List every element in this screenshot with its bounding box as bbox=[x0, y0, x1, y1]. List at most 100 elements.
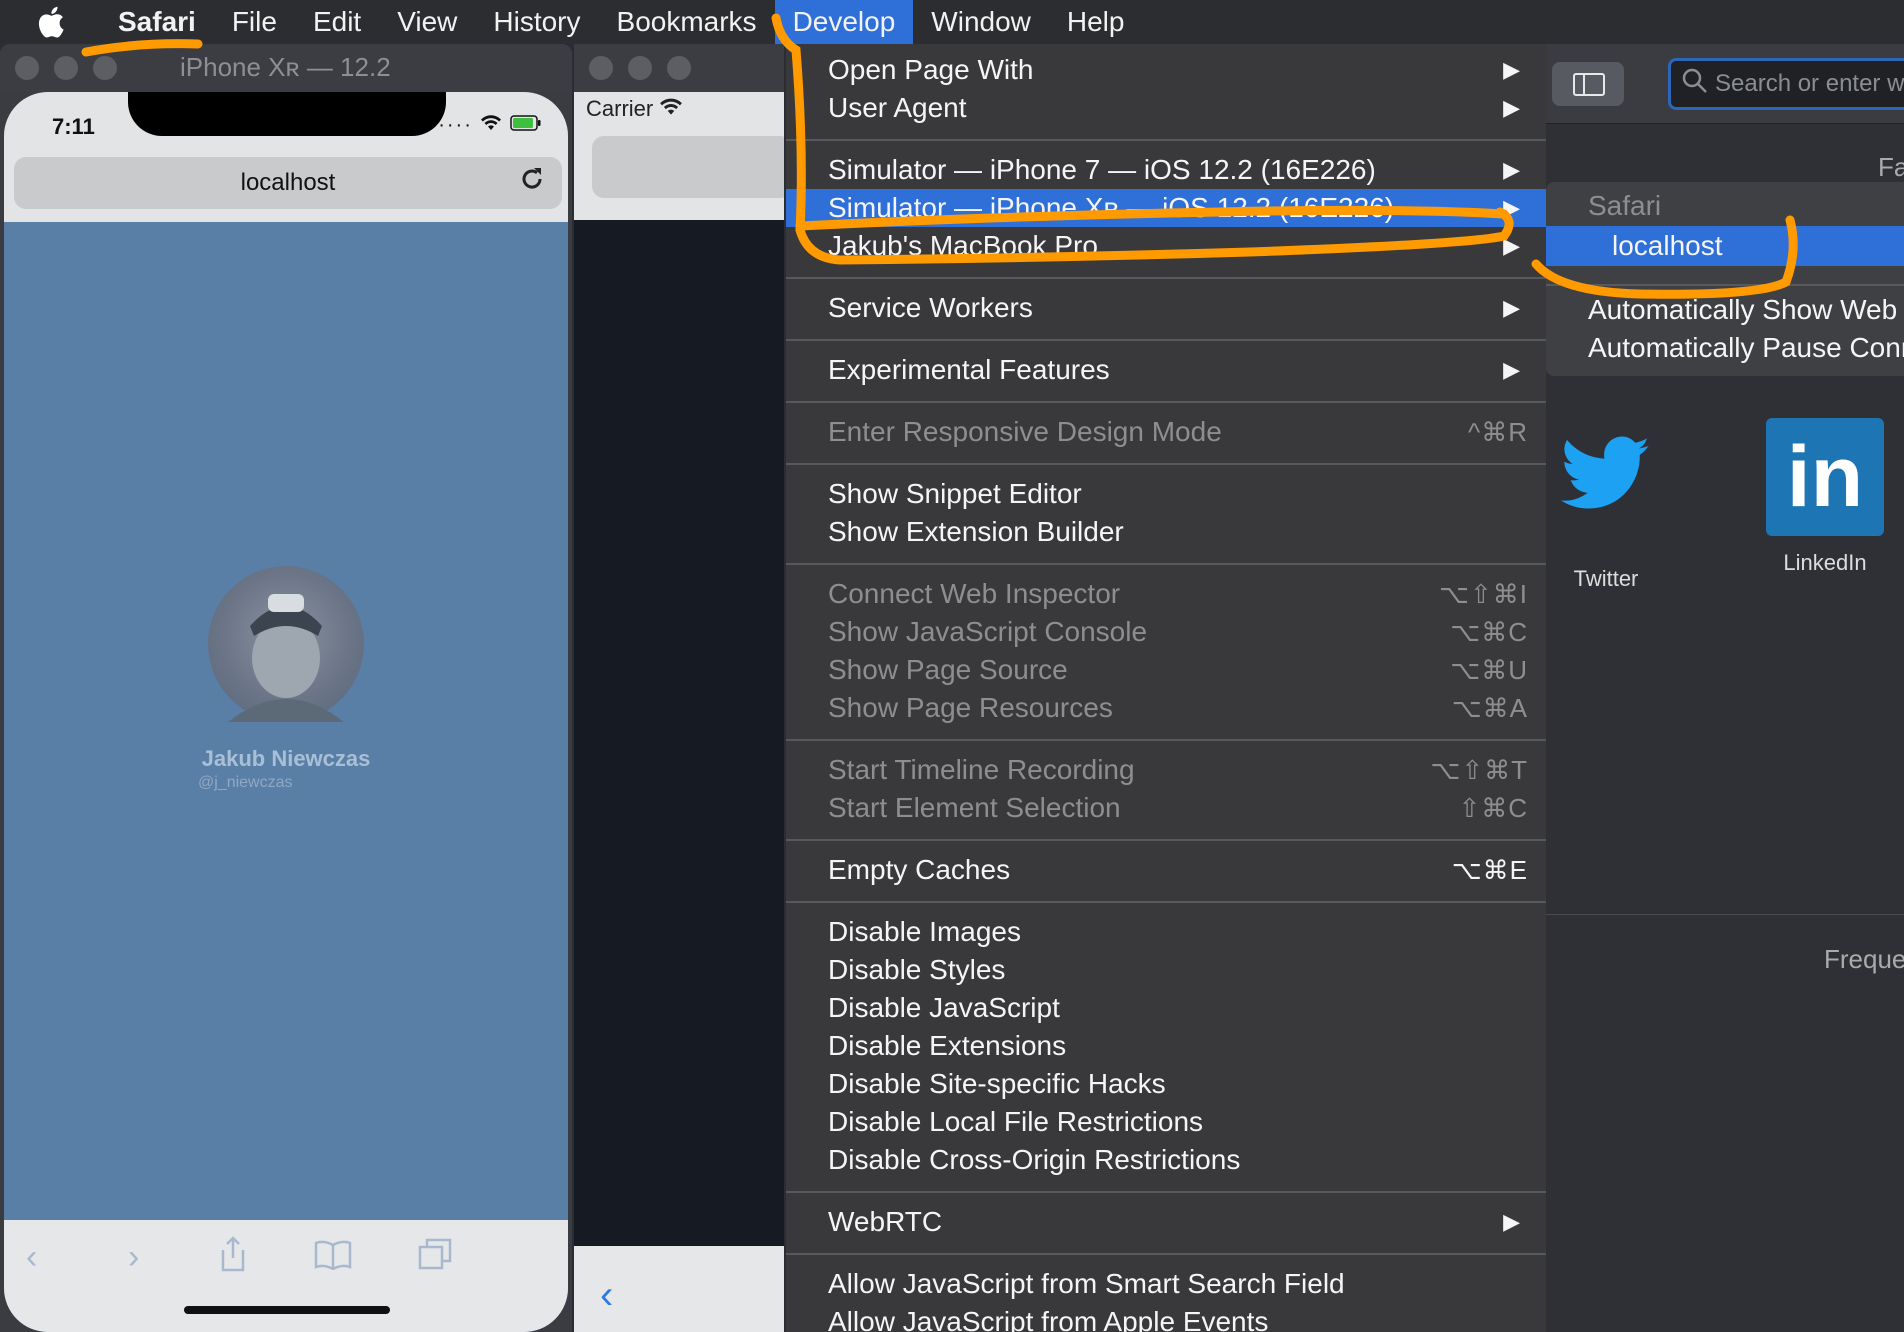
develop-menu-dropdown: Open Page With ▶ User Agent ▶ Simulator — … bbox=[786, 44, 1546, 1332]
menu-item-disable-local-file-restrictions[interactable]: Disable Local File Restrictions bbox=[786, 1103, 1546, 1141]
menu-item-responsive-design-mode[interactable]: Enter Responsive Design Mode ^⌘R bbox=[786, 413, 1546, 451]
zoom-window-button[interactable] bbox=[667, 56, 691, 80]
back-arrow-icon[interactable]: ‹ bbox=[26, 1238, 37, 1277]
menu-item-disable-images[interactable]: Disable Images bbox=[786, 913, 1546, 951]
safari-toolbar: Search or enter website name bbox=[1546, 44, 1904, 124]
menu-history[interactable]: History bbox=[475, 0, 598, 44]
menu-window[interactable]: Window bbox=[913, 0, 1049, 44]
submenu-arrow-icon: ▶ bbox=[1503, 195, 1520, 220]
share-icon[interactable] bbox=[218, 1236, 248, 1281]
wifi-icon bbox=[480, 114, 510, 136]
menu-item-macbook-pro[interactable]: Jakub's MacBook Pro ▶ bbox=[786, 227, 1546, 265]
menu-separator bbox=[786, 1253, 1546, 1255]
menu-item-simulator-iphone-xr[interactable]: Simulator — iPhone Xʀ — iOS 12.2 (16E226… bbox=[786, 189, 1546, 227]
menu-item-disable-extensions[interactable]: Disable Extensions bbox=[786, 1027, 1546, 1065]
search-icon bbox=[1681, 67, 1709, 102]
menu-item-disable-javascript[interactable]: Disable JavaScript bbox=[786, 989, 1546, 1027]
forward-arrow-icon[interactable]: › bbox=[128, 1238, 139, 1277]
menu-item-experimental-features[interactable]: Experimental Features ▶ bbox=[786, 351, 1546, 389]
status-icons: ···· bbox=[438, 114, 542, 137]
menu-separator bbox=[786, 901, 1546, 903]
menu-item-page-source[interactable]: Show Page Source ⌥⌘U bbox=[786, 651, 1546, 689]
menu-file[interactable]: File bbox=[214, 0, 295, 44]
profile-avatar bbox=[208, 566, 364, 722]
profile-name: Jakub Niewczas bbox=[201, 746, 371, 771]
menu-separator bbox=[1546, 284, 1904, 286]
menu-separator bbox=[786, 563, 1546, 565]
menu-separator bbox=[786, 1191, 1546, 1193]
profile-handle: @j_niewczas bbox=[198, 774, 293, 791]
minimize-window-button[interactable] bbox=[54, 56, 78, 80]
submenu-arrow-icon: ▶ bbox=[1503, 357, 1520, 382]
submenu-item-localhost[interactable]: localhost bbox=[1546, 226, 1904, 266]
simulator-submenu: Safari localhost Automatically Show Web … bbox=[1546, 182, 1904, 376]
twitter-label: Twitter bbox=[1573, 566, 1639, 591]
menu-separator bbox=[786, 839, 1546, 841]
wifi-icon bbox=[659, 96, 683, 121]
menu-item-webrtc[interactable]: WebRTC ▶ bbox=[786, 1203, 1546, 1241]
menu-safari[interactable]: Safari bbox=[100, 0, 214, 44]
submenu-arrow-icon: ▶ bbox=[1503, 57, 1520, 82]
status-time: 7:11 bbox=[52, 114, 95, 139]
menu-item-disable-styles[interactable]: Disable Styles bbox=[786, 951, 1546, 989]
twitter-bird-icon bbox=[1546, 434, 1666, 520]
address-bar[interactable]: localhost bbox=[14, 157, 562, 209]
bookmarks-book-icon[interactable] bbox=[314, 1240, 352, 1279]
menu-item-page-resources[interactable]: Show Page Resources ⌥⌘A bbox=[786, 689, 1546, 727]
menu-help[interactable]: Help bbox=[1049, 0, 1143, 44]
minimize-window-button[interactable] bbox=[628, 56, 652, 80]
reload-icon[interactable] bbox=[518, 165, 546, 200]
menu-item-extension-builder[interactable]: Show Extension Builder bbox=[786, 513, 1546, 551]
menu-view[interactable]: View bbox=[379, 0, 475, 44]
menu-separator bbox=[786, 463, 1546, 465]
linkedin-logo-icon[interactable]: in bbox=[1766, 418, 1884, 536]
menu-item-open-page-with[interactable]: Open Page With ▶ bbox=[786, 51, 1546, 89]
close-window-button[interactable] bbox=[589, 56, 613, 80]
iphone-screen: 7:11 ···· localhost Jakub Niewczas @j_ni… bbox=[4, 92, 568, 1332]
menu-item-allow-js-smart-search[interactable]: Allow JavaScript from Smart Search Field bbox=[786, 1265, 1546, 1303]
menu-item-timeline-recording[interactable]: Start Timeline Recording ⌥⇧⌘T bbox=[786, 751, 1546, 789]
menu-item-empty-caches[interactable]: Empty Caches ⌥⌘E bbox=[786, 851, 1546, 889]
phone-notch bbox=[128, 92, 446, 136]
tabs-icon[interactable] bbox=[418, 1238, 452, 1279]
menu-separator bbox=[786, 401, 1546, 403]
zoom-window-button[interactable] bbox=[93, 56, 117, 80]
submenu-arrow-icon: ▶ bbox=[1503, 233, 1520, 258]
menu-item-service-workers[interactable]: Service Workers ▶ bbox=[786, 289, 1546, 327]
simulator-window-iphone-xr: iPhone Xʀ — 12.2 7:11 ···· localhost Jak… bbox=[0, 44, 572, 1332]
menu-develop[interactable]: Develop bbox=[774, 0, 914, 44]
address-text: localhost bbox=[240, 169, 336, 196]
menu-item-element-selection[interactable]: Start Element Selection ⇧⌘C bbox=[786, 789, 1546, 827]
menu-item-user-agent[interactable]: User Agent ▶ bbox=[786, 89, 1546, 127]
menu-bookmarks[interactable]: Bookmarks bbox=[599, 0, 775, 44]
back-arrow-icon[interactable]: ‹ bbox=[600, 1273, 613, 1318]
simulator-titlebar: iPhone Xʀ — 12.2 bbox=[0, 44, 572, 92]
menu-separator bbox=[786, 739, 1546, 741]
menu-edit[interactable]: Edit bbox=[295, 0, 379, 44]
home-indicator bbox=[184, 1306, 390, 1314]
menu-item-disable-cross-origin[interactable]: Disable Cross-Origin Restrictions bbox=[786, 1141, 1546, 1179]
search-placeholder: Search or enter website name bbox=[1715, 70, 1904, 97]
submenu-arrow-icon: ▶ bbox=[1503, 95, 1520, 120]
simulator2-address-bar[interactable] bbox=[592, 136, 784, 198]
menu-item-simulator-iphone-7[interactable]: Simulator — iPhone 7 — iOS 12.2 (16E226)… bbox=[786, 151, 1546, 189]
menu-item-snippet-editor[interactable]: Show Snippet Editor bbox=[786, 475, 1546, 513]
frequently-visited-heading: Freque bbox=[1824, 944, 1904, 974]
menu-item-allow-js-apple-events[interactable]: Allow JavaScript from Apple Events bbox=[786, 1303, 1546, 1332]
menu-item-javascript-console[interactable]: Show JavaScript Console ⌥⌘C bbox=[786, 613, 1546, 651]
carrier-label: Carrier bbox=[586, 96, 683, 122]
apple-logo-icon[interactable] bbox=[0, 0, 100, 44]
submenu-item-auto-pause[interactable]: Automatically Pause Connecting bbox=[1546, 328, 1904, 368]
submenu-header: Safari bbox=[1588, 190, 1662, 221]
menu-item-disable-site-hacks[interactable]: Disable Site-specific Hacks bbox=[786, 1065, 1546, 1103]
menu-item-connect-web-inspector[interactable]: Connect Web Inspector ⌥⇧⌘I bbox=[786, 575, 1546, 613]
menu-separator bbox=[786, 139, 1546, 141]
close-window-button[interactable] bbox=[15, 56, 39, 80]
submenu-item-auto-show-inspector[interactable]: Automatically Show Web Inspector bbox=[1546, 290, 1904, 330]
menu-separator bbox=[786, 277, 1546, 279]
sidebar-toggle-button[interactable] bbox=[1552, 62, 1624, 106]
twitter-tile[interactable]: Twitter bbox=[1546, 434, 1666, 592]
search-input[interactable]: Search or enter website name bbox=[1668, 58, 1904, 110]
submenu-arrow-icon: ▶ bbox=[1503, 295, 1520, 320]
simulator2-titlebar bbox=[574, 44, 784, 92]
